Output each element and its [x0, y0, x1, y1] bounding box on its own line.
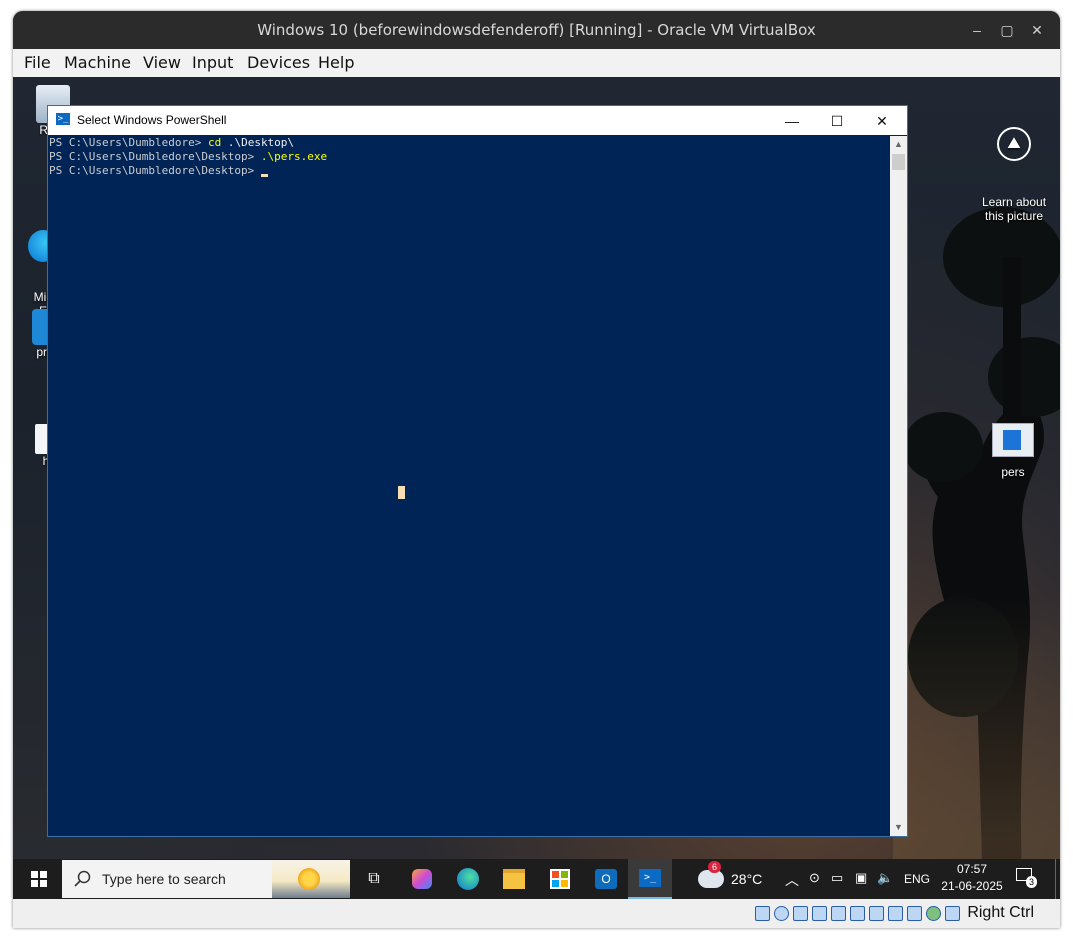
powershell-window[interactable]: >_ Select Windows PowerShell — ☐ ✕ PS C:… — [47, 105, 908, 837]
guest-additions-icon[interactable] — [926, 906, 941, 921]
powershell-titlebar[interactable]: >_ Select Windows PowerShell — ☐ ✕ — [48, 106, 907, 135]
ps-minimize-icon[interactable]: — — [772, 110, 812, 132]
battery-icon[interactable]: ▭ — [831, 870, 843, 886]
console-command: .\pers.exe — [260, 150, 328, 163]
menu-view[interactable]: View — [143, 53, 181, 72]
console-prompt: PS C:\Users\Dumbledore\Desktop> — [49, 150, 261, 163]
shared-folders-icon[interactable] — [850, 906, 865, 921]
store-icon[interactable] — [547, 859, 573, 899]
notifications-button[interactable]: 3 — [1016, 868, 1038, 888]
powershell-taskbar-icon: >_ — [639, 869, 661, 887]
console-line: PS C:\Users\Dumbledore\Desktop> — [49, 164, 890, 178]
console-command: cd — [207, 136, 222, 149]
optical-drive-icon[interactable] — [774, 906, 789, 921]
menu-input[interactable]: Input — [192, 53, 233, 72]
weather-temp[interactable]: 28°C — [731, 871, 762, 887]
usb-icon[interactable] — [831, 906, 846, 921]
clock-time: 07:57 — [956, 862, 988, 876]
console-prompt: PS C:\Users\Dumbledore\Desktop> — [49, 164, 261, 177]
console-prompt: PS C:\Users\Dumbledore> — [49, 136, 208, 149]
guest-desktop[interactable]: Recy Mic E pro h ⛰ Learn about this pict… — [13, 77, 1060, 899]
meet-icon[interactable]: ⊙ — [809, 870, 820, 886]
show-desktop-button[interactable] — [1055, 859, 1060, 899]
network-icon[interactable]: ▣ — [855, 870, 867, 886]
camera-info-icon: ⛰ — [997, 127, 1031, 161]
clock-date: 21-06-2025 — [941, 879, 1003, 893]
search-highlight-image — [272, 860, 350, 898]
search-icon — [74, 870, 91, 887]
weather-widget[interactable]: 6 — [696, 859, 726, 899]
console-line: PS C:\Users\Dumbledore> cd .\Desktop\ — [49, 136, 890, 150]
text-cursor — [260, 174, 268, 177]
taskbar: Type here to search ⧉ O >_ 6 28°C ︿ ⊙ ▭ … — [13, 859, 1060, 899]
language-indicator[interactable]: ENG — [904, 872, 930, 886]
maximize-icon[interactable]: ▢ — [996, 20, 1018, 40]
scroll-up-icon[interactable]: ▲ — [890, 136, 907, 153]
start-button[interactable] — [25, 859, 53, 899]
virtualbox-titlebar[interactable]: Windows 10 (beforewindowsdefenderoff) [R… — [13, 11, 1060, 49]
desktop-icon-learn-about[interactable]: ⛰ Learn about this picture — [973, 99, 1055, 251]
hard-disk-icon[interactable] — [755, 906, 770, 921]
console-output[interactable]: PS C:\Users\Dumbledore> cd .\Desktop\ PS… — [48, 136, 890, 836]
virtualbox-window: Windows 10 (beforewindowsdefenderoff) [R… — [13, 11, 1060, 928]
scroll-thumb[interactable] — [892, 154, 905, 170]
audio-icon[interactable] — [793, 906, 808, 921]
edge-taskbar-icon[interactable] — [455, 859, 481, 899]
minimize-icon[interactable]: – — [966, 20, 988, 40]
host-key-label[interactable]: Right Ctrl — [967, 904, 1034, 922]
mouse-cursor — [398, 486, 405, 499]
console-line: PS C:\Users\Dumbledore\Desktop> .\pers.e… — [49, 150, 890, 164]
menubar: File Machine View Input Devices Help — [13, 49, 1060, 77]
weather-badge: 6 — [708, 861, 722, 873]
close-icon[interactable]: ✕ — [1026, 20, 1048, 40]
weather-cloud-icon: 6 — [698, 861, 724, 888]
task-view-icon[interactable]: ⧉ — [363, 859, 385, 899]
recording-icon[interactable] — [888, 906, 903, 921]
powershell-title: Select Windows PowerShell — [77, 113, 227, 127]
menu-help[interactable]: Help — [318, 53, 354, 72]
virtualization-icon[interactable] — [907, 906, 922, 921]
keyboard-capture-icon[interactable] — [945, 906, 960, 921]
desktop-icon-pers[interactable]: pers — [985, 423, 1041, 479]
menu-machine[interactable]: Machine — [64, 53, 131, 72]
desktop-icon-label: Learn about this picture — [981, 195, 1047, 223]
file-explorer-icon[interactable] — [501, 859, 527, 899]
outlook-icon[interactable]: O — [593, 859, 619, 899]
clock[interactable]: 07:57 21-06-2025 — [941, 862, 1003, 893]
window-title: Windows 10 (beforewindowsdefenderoff) [R… — [257, 21, 816, 39]
display-icon[interactable] — [869, 906, 884, 921]
console-scrollbar[interactable]: ▲ ▼ — [890, 136, 907, 836]
console-argument: .\Desktop\ — [221, 136, 295, 149]
ps-maximize-icon[interactable]: ☐ — [817, 110, 857, 132]
desktop-icon-label: pers — [1001, 465, 1025, 479]
ps-close-icon[interactable]: ✕ — [862, 110, 902, 132]
virtualbox-statusbar: Right Ctrl — [13, 899, 1060, 928]
search-box[interactable]: Type here to search — [62, 860, 350, 898]
powershell-taskbar-button[interactable]: >_ — [628, 859, 672, 899]
search-placeholder: Type here to search — [102, 871, 226, 887]
scroll-down-icon[interactable]: ▼ — [890, 819, 907, 836]
copilot-icon[interactable] — [409, 859, 435, 899]
chevron-up-icon[interactable]: ︿ — [785, 870, 799, 890]
menu-file[interactable]: File — [24, 53, 51, 72]
exe-icon — [992, 423, 1034, 457]
network-adapter-icon[interactable] — [812, 906, 827, 921]
menu-devices[interactable]: Devices — [247, 53, 310, 72]
windows-icon — [31, 871, 47, 887]
powershell-icon: >_ — [56, 113, 70, 125]
wallpaper-glow — [893, 597, 1060, 897]
notification-count: 3 — [1026, 876, 1038, 888]
volume-icon[interactable]: 🔈 — [877, 870, 893, 886]
